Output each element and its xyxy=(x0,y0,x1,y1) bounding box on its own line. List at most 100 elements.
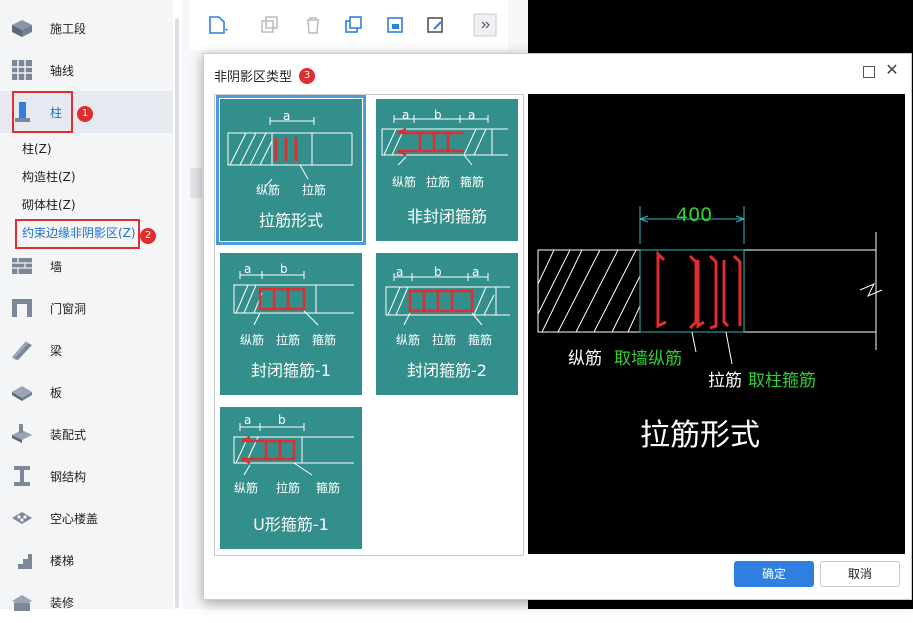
sidebar-item-label: 轴线 xyxy=(50,64,75,78)
dimension-label: 400 xyxy=(676,204,713,226)
close-icon[interactable]: ✕ xyxy=(883,61,901,79)
panel-splitter[interactable] xyxy=(190,168,202,198)
tie-bar-label: 拉筋 xyxy=(276,481,301,495)
new-file-icon[interactable] xyxy=(204,12,230,38)
option-caption: U形箍筋-1 xyxy=(253,515,329,534)
dim-label: b xyxy=(278,413,286,427)
tie-bar-label: 拉筋 xyxy=(276,333,301,347)
dim-label: b xyxy=(434,265,442,279)
option-caption: 封闭箍筋-1 xyxy=(251,361,331,380)
dim-label: a xyxy=(283,109,291,123)
ok-button[interactable]: 确定 xyxy=(734,561,814,587)
option-tie-bar[interactable]: a 纵筋 拉筋 拉筋形式 xyxy=(216,95,366,245)
sidebar-item-slab[interactable]: 板 xyxy=(0,371,173,413)
option-open-stirrup[interactable]: a b a 纵筋 拉筋 箍筋 非封闭箍筋 xyxy=(376,99,518,241)
toolbar xyxy=(190,0,508,50)
sidebar-item-axis[interactable]: 轴线 xyxy=(0,49,173,91)
highlight-box-column xyxy=(12,91,73,133)
sidebar-item-label: 空心楼盖 xyxy=(50,512,99,526)
sidebar: 施工段 轴线 柱 1 柱(Z) 构造柱(Z) 砌体柱(Z) 约束边缘非阴影区(Z… xyxy=(0,0,173,611)
longitudinal-bar-label: 纵筋 xyxy=(392,175,417,189)
grid-axis-icon xyxy=(12,60,32,80)
sidebar-item-beam[interactable]: 梁 xyxy=(0,329,173,371)
dim-label: b xyxy=(434,108,442,122)
delete-icon[interactable] xyxy=(300,12,326,38)
sidebar-item-door-window[interactable]: 门窗洞 xyxy=(0,287,173,329)
dim-label: a xyxy=(402,108,410,122)
stirrup-label: 箍筋 xyxy=(312,333,337,347)
stair-icon xyxy=(12,554,32,569)
preview-label-wall-bar: 取墙纵筋 xyxy=(614,349,682,369)
option-closed-stirrup-1[interactable]: a b 纵筋 拉筋 箍筋 封闭箍筋-1 xyxy=(220,253,362,395)
dim-label: a xyxy=(468,108,476,122)
sidebar-item-steel[interactable]: 钢结构 xyxy=(0,455,173,497)
decoration-icon xyxy=(12,595,32,611)
sidebar-item-prefab[interactable]: 装配式 xyxy=(0,413,173,455)
sidebar-item-label: 梁 xyxy=(50,344,63,358)
sidebar-item-label: 装修 xyxy=(50,596,75,610)
preview-label-longitudinal: 纵筋 xyxy=(568,349,602,369)
wall-icon xyxy=(12,258,32,274)
sidebar-item-stair[interactable]: 楼梯 xyxy=(0,539,173,581)
maximize-icon[interactable] xyxy=(863,66,875,78)
segment-icon xyxy=(12,20,32,37)
sidebar-item-label: 装配式 xyxy=(50,428,87,442)
layer-copy-icon[interactable] xyxy=(382,12,408,38)
slab-icon xyxy=(12,386,32,401)
duplicate-icon[interactable] xyxy=(340,12,366,38)
sidebar-item-label: 板 xyxy=(50,386,63,400)
dim-label: a xyxy=(472,265,480,279)
sidebar-item-label: 墙 xyxy=(50,260,63,274)
dim-label: a xyxy=(244,262,252,276)
type-option-grid: a 纵筋 拉筋 拉筋形式 a b a 纵筋 拉筋 箍筋 非封闭箍筋 a b 纵筋… xyxy=(214,94,524,556)
tie-bar-label: 拉筋 xyxy=(426,175,451,189)
option-caption: 非封闭箍筋 xyxy=(406,207,487,226)
cancel-button[interactable]: 取消 xyxy=(820,561,900,587)
more-arrow-icon[interactable] xyxy=(472,12,498,38)
longitudinal-bar-label: 纵筋 xyxy=(396,333,421,347)
option-caption: 拉筋形式 xyxy=(258,211,323,230)
longitudinal-bar-label: 纵筋 xyxy=(234,481,259,495)
non-shadow-type-dialog: 非阴影区类型 3 ✕ a 纵筋 拉筋 拉筋形式 a b a 纵筋 拉筋 箍筋 非… xyxy=(203,53,912,600)
option-caption: 封闭箍筋-2 xyxy=(407,361,487,380)
tie-bar-label: 拉筋 xyxy=(432,333,457,347)
sidebar-item-label: 楼梯 xyxy=(50,554,75,568)
preview-label-column-stirrup: 取柱箍筋 xyxy=(748,371,816,391)
sidebar-item-label: 门窗洞 xyxy=(50,302,87,316)
sub-item-masonry-column[interactable]: 砌体柱(Z) xyxy=(22,196,76,213)
edit-definition-icon[interactable] xyxy=(422,12,448,38)
badge-3: 3 xyxy=(299,68,315,84)
option-u-stirrup-1[interactable]: a b 纵筋 拉筋 箍筋 U形箍筋-1 xyxy=(220,407,362,549)
sidebar-item-wall[interactable]: 墙 xyxy=(0,245,173,287)
preview-label-tie: 拉筋 xyxy=(708,371,742,391)
badge-1: 1 xyxy=(77,106,93,122)
steel-structure-icon xyxy=(14,466,30,486)
sidebar-item-decoration[interactable]: 装修 xyxy=(0,581,173,623)
dim-label: a xyxy=(396,265,404,279)
sidebar-scrollbar[interactable] xyxy=(175,18,179,608)
hollow-floor-icon xyxy=(12,512,32,524)
sidebar-item-segment[interactable]: 施工段 xyxy=(0,7,173,49)
dialog-title: 非阴影区类型 xyxy=(214,70,293,85)
door-window-icon xyxy=(12,299,32,317)
sub-item-construct-column[interactable]: 构造柱(Z) xyxy=(22,168,76,185)
stirrup-label: 箍筋 xyxy=(460,175,485,189)
stirrup-label: 箍筋 xyxy=(468,333,493,347)
sub-item-column[interactable]: 柱(Z) xyxy=(22,140,52,157)
preview-caption: 拉筋形式 xyxy=(640,418,760,453)
copy-icon[interactable] xyxy=(256,12,282,38)
sidebar-item-hollow-floor[interactable]: 空心楼盖 xyxy=(0,497,173,539)
sidebar-item-label: 施工段 xyxy=(50,22,87,36)
longitudinal-bar-label: 纵筋 xyxy=(240,333,265,347)
tie-bar-label: 拉筋 xyxy=(302,183,327,197)
prefab-icon xyxy=(12,424,32,443)
preview-diagram xyxy=(537,206,883,365)
dim-label: a xyxy=(244,413,252,427)
sidebar-item-label: 钢结构 xyxy=(50,470,87,484)
badge-2: 2 xyxy=(140,228,156,244)
option-closed-stirrup-2[interactable]: a b a 纵筋 拉筋 箍筋 封闭箍筋-2 xyxy=(376,253,518,395)
longitudinal-bar-label: 纵筋 xyxy=(256,183,281,197)
beam-icon xyxy=(12,341,32,360)
dim-label: b xyxy=(280,262,288,276)
preview-panel: 400 纵筋 取墙纵筋 拉筋 取柱箍筋 拉筋形式 xyxy=(528,94,905,554)
